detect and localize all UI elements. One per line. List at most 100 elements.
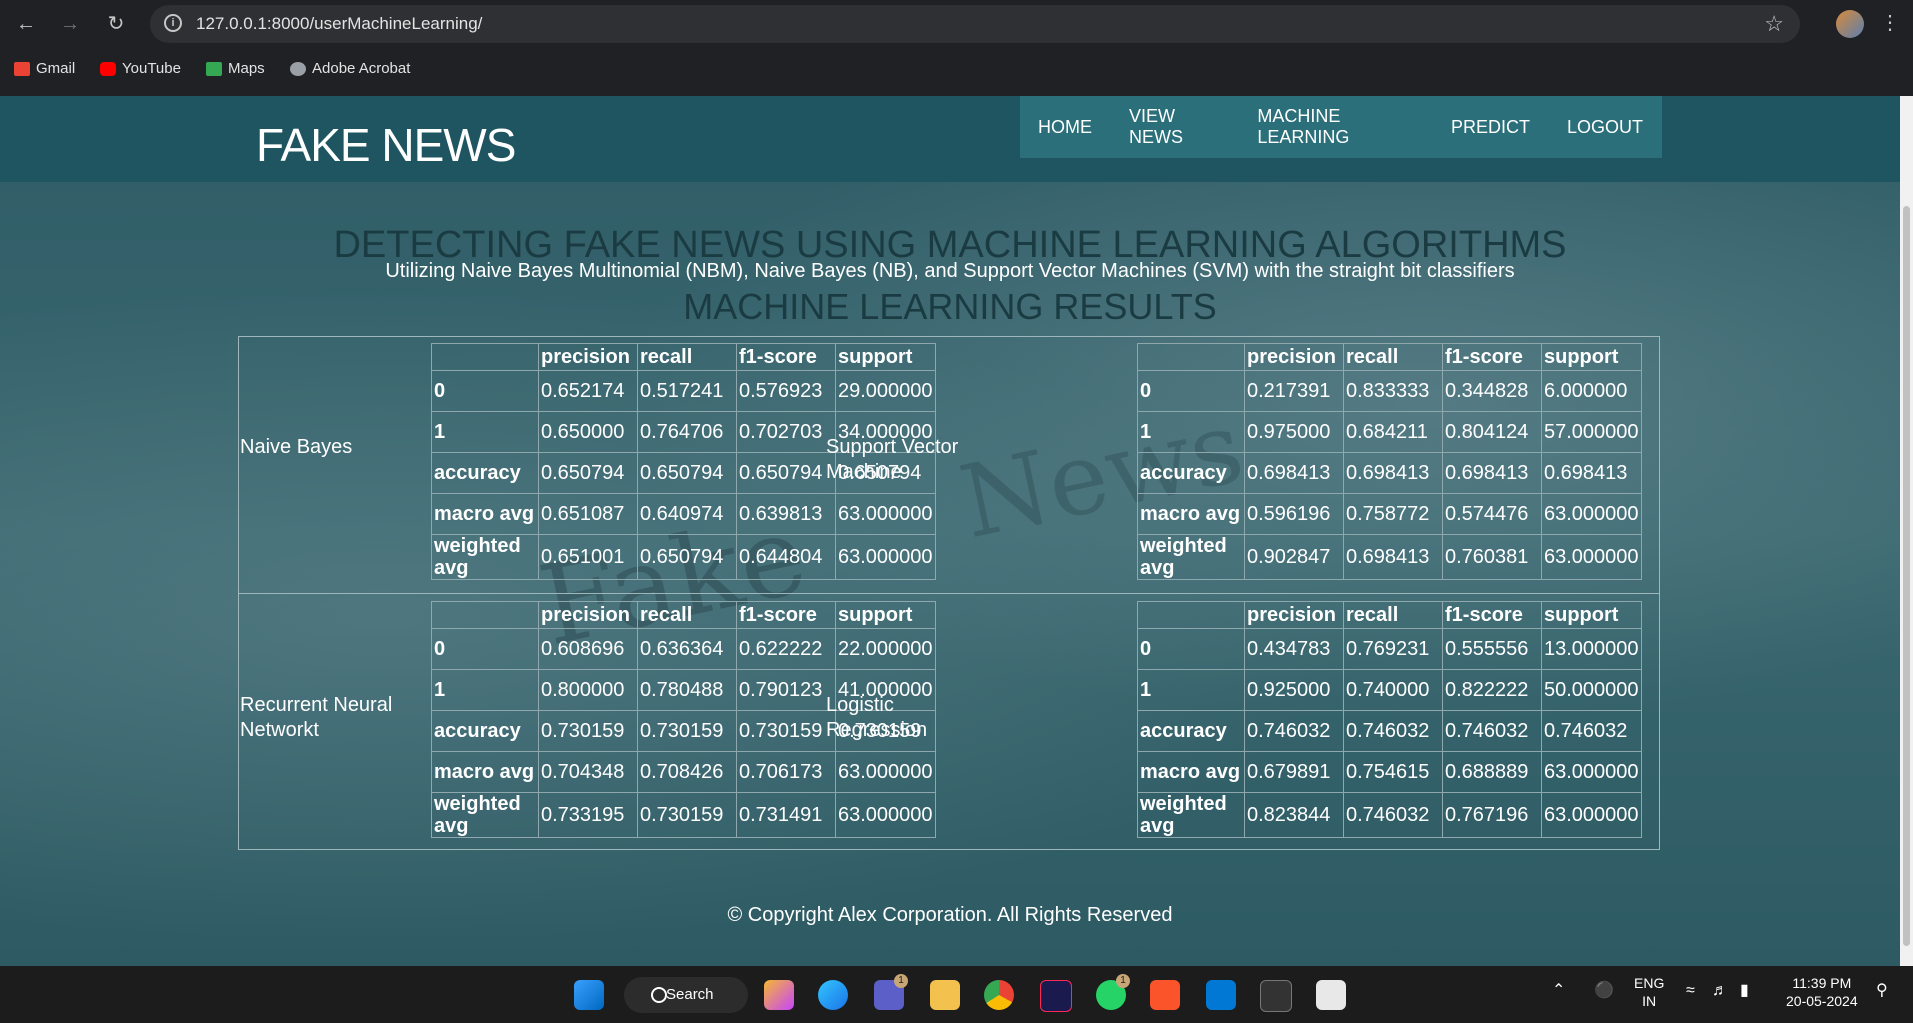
bookmark-youtube[interactable]: YouTube [100,60,181,77]
snipping-tool-icon[interactable] [1316,980,1346,1010]
metric-value: 0.823844 [1244,792,1344,838]
forward-arrow-icon[interactable]: → [58,12,82,36]
table-row: accuracy 0.698413 0.698413 0.698413 0.698413 [1137,452,1642,494]
metric-value: 0.702703 [736,411,836,453]
metric-value: 0.730159 [637,710,737,752]
nav-predict[interactable]: PREDICT [1451,117,1530,138]
metric-value: 63.000000 [835,751,936,793]
row-label: 1 [1137,411,1245,453]
reload-icon[interactable]: ↻ [104,12,128,36]
metric-value: 0.652174 [538,370,638,412]
nav-machine-learning[interactable]: MACHINE LEARNING [1257,106,1414,148]
row-label: 1 [431,411,539,453]
row-label: 0 [1137,628,1245,670]
brave-icon[interactable] [1150,980,1180,1010]
bookmark-star-icon[interactable]: ☆ [1764,11,1784,37]
metric-value: 0.731491 [736,792,836,838]
clock-date: 20-05-2024 [1786,993,1858,1009]
metric-value: 0.902847 [1244,534,1344,580]
bookmark-label: Gmail [36,60,76,77]
metric-value: 0.596196 [1244,493,1344,535]
model-name: Logistic Regression [826,694,928,741]
clock[interactable]: 11:39 PM 20-05-2024 [1786,974,1858,1010]
column-header: precision [1244,343,1344,371]
table-row: macro avg 0.704348 0.708426 0.706173 63.0000… [431,751,936,793]
bookmark-label: Maps [228,60,265,77]
battery-icon[interactable]: ▮ [1740,982,1749,1000]
profile-avatar[interactable] [1836,10,1864,38]
metric-value: 0.760381 [1442,534,1542,580]
nav-view-news[interactable]: VIEW NEWS [1129,106,1220,148]
url-text[interactable]: 127.0.0.1:8000/userMachineLearning/ [196,14,482,34]
metric-value: 63.000000 [835,792,936,838]
metric-value: 50.000000 [1541,669,1642,711]
bookmark-gmail[interactable]: Gmail [14,60,75,77]
column-header: support [1541,343,1642,371]
metric-value: 0.679891 [1244,751,1344,793]
taskbar-search[interactable]: Search [624,977,748,1013]
nav-home[interactable]: HOME [1038,117,1092,138]
volume-icon[interactable]: ♬ [1712,982,1728,1000]
model-name: Support Vector Machine [826,436,959,483]
bookmark-maps[interactable]: Maps [206,60,265,77]
whatsapp-icon[interactable]: 1 [1096,974,1130,1010]
table-row: macro avg 0.596196 0.758772 0.574476 63.0000… [1137,493,1642,535]
site-info-icon[interactable]: i [164,14,182,32]
file-explorer-icon[interactable] [930,980,960,1010]
site-logo[interactable]: FAKE NEWS [256,118,516,172]
header-corner-cell [431,343,539,371]
wifi-icon[interactable]: ≈ [1686,982,1695,1000]
column-header: precision [1244,601,1344,629]
edge-icon[interactable] [818,980,848,1010]
notifications-bell-icon[interactable]: ⚲ [1876,982,1888,1000]
browser-menu-icon[interactable]: ⋮ [1880,10,1900,35]
column-header: precision [538,601,638,629]
column-header: f1-score [736,601,836,629]
metric-value: 0.640974 [637,493,737,535]
chevron-up-icon[interactable]: ⌃ [1552,982,1565,1000]
column-header: recall [1343,343,1443,371]
row-label: 0 [431,628,539,670]
language-indicator[interactable]: ENG IN [1634,974,1664,1010]
row-label: macro avg [431,751,539,793]
row-label: accuracy [431,710,539,752]
metric-value: 0.764706 [637,411,737,453]
metric-value: 0.576923 [736,370,836,412]
metric-value: 0.704348 [538,751,638,793]
vscode-icon[interactable] [1206,980,1236,1010]
nav-logout[interactable]: LOGOUT [1567,117,1643,138]
metric-value: 0.746032 [1442,710,1542,752]
metric-value: 0.698413 [1343,452,1443,494]
copilot-icon[interactable] [764,980,794,1010]
metric-value: 0.688889 [1442,751,1542,793]
row-label: 1 [431,669,539,711]
metric-value: 0.622222 [736,628,836,670]
bookmark-adobe-acrobat[interactable]: Adobe Acrobat [290,60,410,77]
intellij-icon[interactable] [1040,980,1072,1012]
metric-value: 0.822222 [1442,669,1542,711]
metric-value: 0.730159 [637,792,737,838]
search-icon [651,987,667,1003]
metric-value: 0.651087 [538,493,638,535]
table-row: weighted avg 0.823844 0.746032 0.767196 63.0… [1137,792,1642,838]
microphone-icon[interactable]: ⚫ [1594,982,1614,1000]
terminal-icon[interactable] [1260,980,1292,1012]
search-label: Search [666,986,714,1003]
page-scrollbar[interactable] [1900,96,1913,966]
scrollbar-thumb[interactable] [1903,206,1910,946]
metric-value: 0.684211 [1343,411,1443,453]
metric-value: 57.000000 [1541,411,1642,453]
windows-start-icon[interactable] [574,980,604,1010]
chrome-icon[interactable] [984,980,1014,1010]
header-corner-cell [1137,601,1245,629]
row-label: accuracy [431,452,539,494]
metric-value: 13.000000 [1541,628,1642,670]
metric-value: 29.000000 [835,370,936,412]
row-label: macro avg [1137,751,1245,793]
bookmark-label: YouTube [122,60,181,77]
back-arrow-icon[interactable]: ← [14,12,38,36]
address-bar[interactable]: i 127.0.0.1:8000/userMachineLearning/ ☆ [150,5,1800,43]
column-header: recall [637,601,737,629]
teams-icon[interactable]: 1 [874,974,908,1010]
row-label: weighted avg [431,534,539,580]
